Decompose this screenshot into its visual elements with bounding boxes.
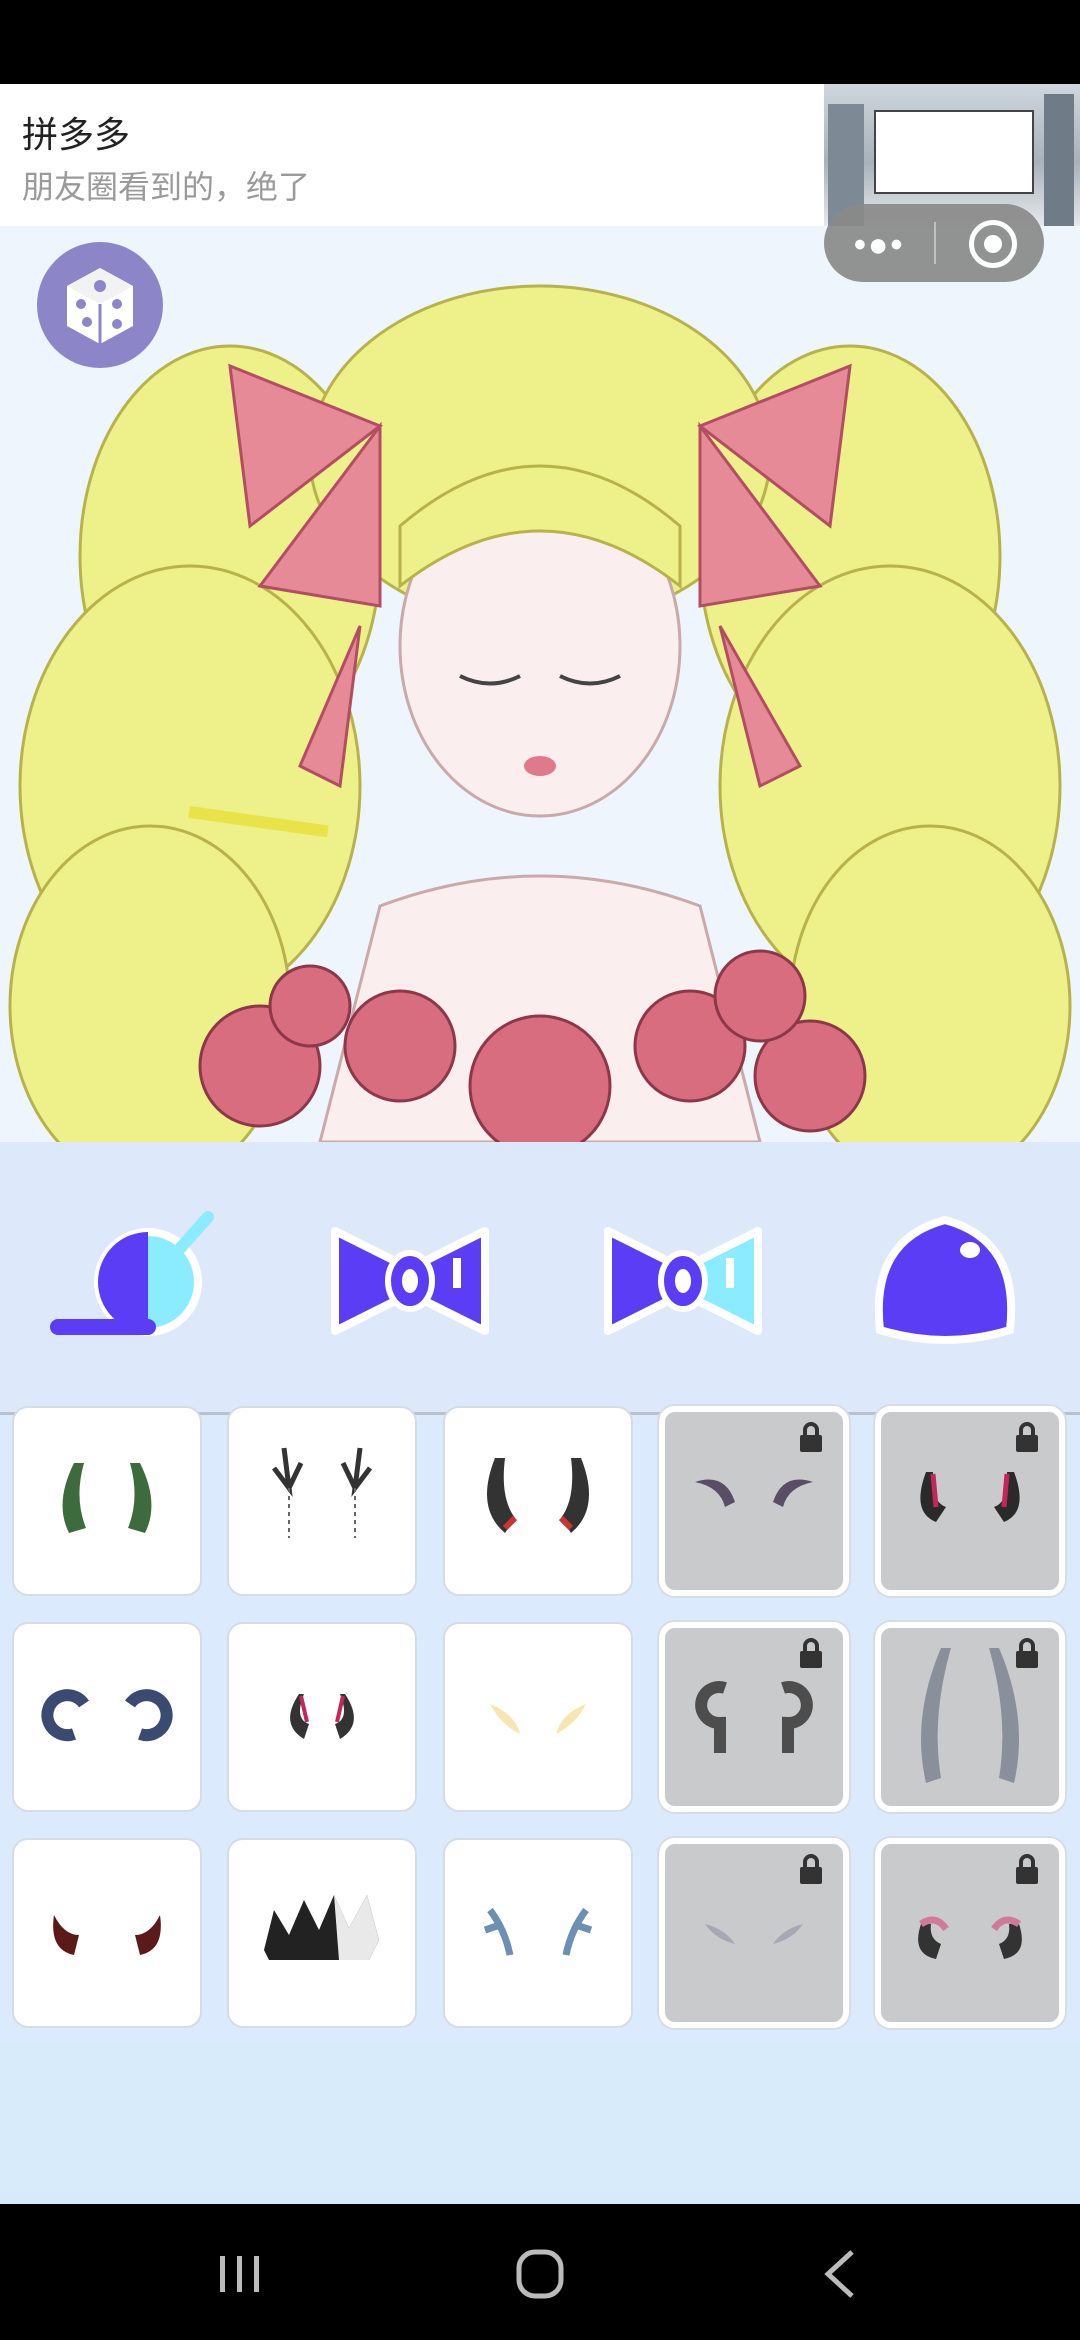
lock-icon [1016, 1422, 1038, 1452]
grid-item-purple-curved-horns[interactable] [659, 1406, 849, 1596]
grid-item-spiked-crown[interactable] [227, 1838, 417, 2028]
antler-chains-icon [272, 1447, 372, 1538]
grid-item-green-vine-horns[interactable] [12, 1406, 202, 1596]
video-thumbnail [874, 110, 1034, 194]
dark-red-horns-icon [53, 1915, 161, 1955]
blob-icon[interactable] [860, 1200, 1030, 1360]
category-toolbar [0, 1142, 1080, 1415]
target-circle-icon[interactable] [969, 220, 1017, 268]
recent-apps-icon[interactable] [200, 2244, 280, 2304]
grid-item-curly-grey-horns[interactable] [659, 1622, 849, 1812]
lock-icon [800, 1422, 822, 1452]
randomize-dice-button[interactable] [37, 242, 163, 368]
grid-item-dark-red-horns[interactable] [12, 1838, 202, 2028]
home-icon[interactable] [500, 2244, 580, 2304]
ad-title: 拼多多 [22, 114, 131, 155]
more-dots-icon[interactable]: •●• [854, 226, 904, 265]
ad-subtitle: 朋友圈看到的，绝了 [22, 169, 311, 205]
grid-item-red-black-horns[interactable] [875, 1406, 1065, 1596]
back-icon[interactable] [800, 2244, 880, 2304]
hat-icon[interactable] [48, 1202, 228, 1352]
avatar-maker-app [0, 226, 1080, 2204]
grid-item-long-spiral-horns[interactable] [875, 1622, 1065, 1812]
accessory-grid [0, 1406, 1080, 2042]
lock-icon [800, 1854, 822, 1884]
building-shape [1044, 94, 1074, 226]
lock-icon [1016, 1854, 1038, 1884]
lock-icon [800, 1638, 822, 1668]
lock-icon [1016, 1638, 1038, 1668]
bow-alt-icon[interactable] [598, 1216, 768, 1346]
green-vine-horns-icon [62, 1463, 152, 1533]
status-bar [0, 0, 1080, 84]
ram-horns-icon [41, 1689, 173, 1742]
bow-icon[interactable] [325, 1216, 495, 1346]
grid-footer-space [0, 2042, 1080, 2204]
character-preview [0, 226, 1080, 1142]
dice-icon [67, 268, 133, 344]
capsule-divider [934, 222, 936, 264]
blue-antlers-icon [483, 1907, 593, 1956]
grid-item-golden-wings[interactable] [443, 1622, 633, 1812]
grid-item-blue-antlers[interactable] [443, 1838, 633, 2028]
system-navigation-bar [0, 2204, 1080, 2340]
grid-item-feather-wings[interactable] [659, 1838, 849, 2028]
grid-item-pink-ram-horns[interactable] [875, 1838, 1065, 2028]
spiked-crown-icon [264, 1895, 379, 1960]
small-red-horns-icon [290, 1694, 354, 1739]
grid-item-black-horns[interactable] [443, 1406, 633, 1596]
golden-wings-icon [490, 1704, 586, 1734]
grid-item-small-red-horns[interactable] [227, 1622, 417, 1812]
grid-item-antler-chains[interactable] [227, 1406, 417, 1596]
black-horns-icon [487, 1458, 589, 1533]
grid-item-ram-horns[interactable] [12, 1622, 202, 1812]
mini-program-capsule: •●• [824, 204, 1044, 282]
